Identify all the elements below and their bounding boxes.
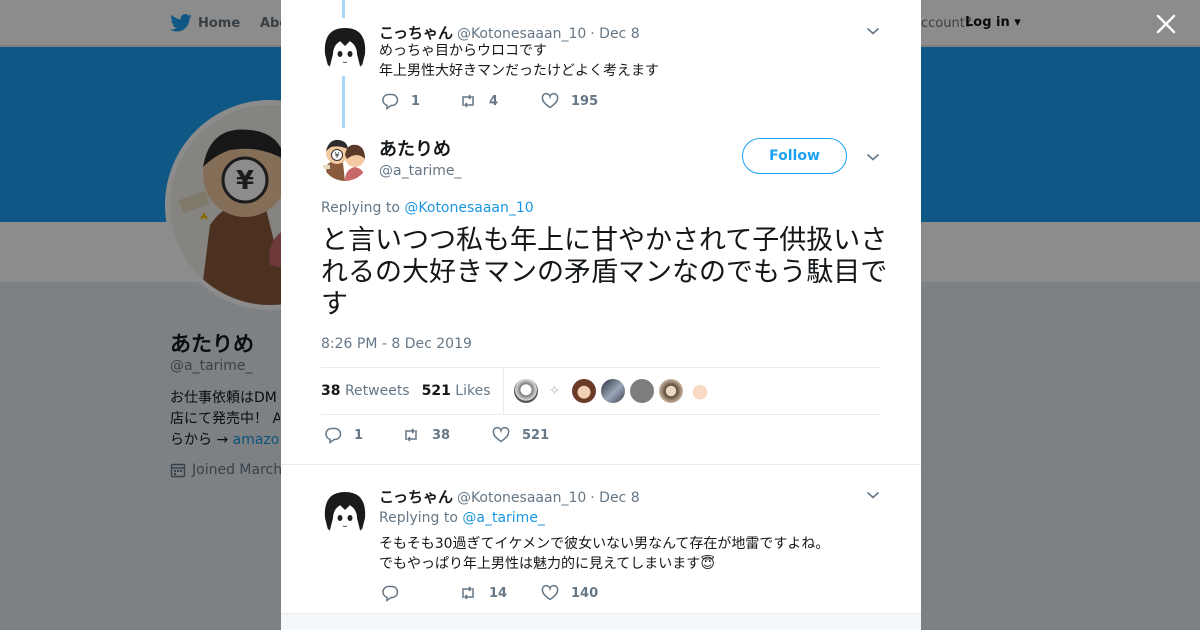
retweet-icon [462, 586, 474, 600]
liker-avatar[interactable] [629, 379, 654, 403]
tweet-stats: 38 Retweets 521 Likes ✧ [321, 367, 881, 415]
stats-divider [502, 368, 504, 414]
replying-prefix: Replying to [321, 200, 400, 216]
reply-icon [325, 427, 342, 444]
retweet-button[interactable]: 38 [402, 426, 462, 444]
likes-stat[interactable]: 521 Likes [422, 383, 491, 399]
reply-button[interactable]: 1 [381, 92, 429, 110]
tweet-text-line: めっちゃ目からウロコです [379, 43, 547, 59]
like-button[interactable]: 521 [492, 426, 549, 444]
avatar-illustration: ¥ [321, 133, 369, 181]
replying-to: Replying to @a_tarime_ [379, 510, 545, 526]
reply-count: 1 [411, 93, 421, 109]
retweets-stat-count: 38 [321, 383, 341, 399]
liker-avatar[interactable] [658, 379, 683, 403]
retweet-count: 38 [432, 427, 451, 443]
avatar-illustration [321, 488, 369, 536]
like-count: 195 [571, 93, 599, 109]
liker-avatar[interactable] [600, 379, 625, 403]
tweet-text-part: でもやっぱり年上男性は魅力的に見えてしまいます [379, 556, 701, 572]
liker-avatar[interactable]: ✧ [542, 379, 567, 403]
tweet-handle[interactable]: @Kotonesaaan_10 [457, 490, 586, 506]
reply-icon [382, 93, 399, 110]
retweet-icon [462, 94, 474, 108]
like-button[interactable]: 195 [541, 92, 598, 110]
chevron-down-icon[interactable] [866, 152, 880, 162]
retweet-count: 4 [489, 93, 499, 109]
like-icon [541, 92, 559, 109]
focus-author[interactable]: あたりめ [379, 135, 462, 161]
tweet-text-line: でもやっぱり年上男性は魅力的に見えてしまいます😇 [379, 554, 829, 574]
avatar[interactable] [321, 488, 369, 536]
reply-icon [382, 585, 399, 602]
reply-button[interactable] [381, 584, 429, 602]
tweet-date[interactable]: · Dec 8 [590, 490, 639, 506]
replying-to: Replying to @Kotonesaaan_10 [321, 200, 534, 216]
avatar[interactable] [321, 24, 369, 72]
divider [281, 464, 921, 465]
retweet-button[interactable]: 14 [459, 584, 511, 602]
tweet-text: めっちゃ目からウロコです 年上男性大好きマンだったけどよく考えます [379, 41, 659, 81]
tweet-header: こっちゃん @Kotonesaaan_10 · Dec 8 [379, 486, 640, 507]
tweet-actions: 14 140 [381, 584, 628, 602]
svg-text:¥: ¥ [334, 151, 339, 160]
follow-button[interactable]: Follow [742, 138, 847, 174]
retweets-stat-label: Retweets [344, 383, 410, 399]
retweets-stat[interactable]: 38 Retweets [321, 383, 410, 399]
liker-avatar[interactable] [571, 379, 596, 403]
replying-prefix: Replying to [379, 510, 458, 526]
liker-avatar[interactable] [513, 379, 538, 403]
tweet-handle[interactable]: @Kotonesaaan_10 [457, 26, 586, 42]
retweet-count: 14 [489, 585, 508, 601]
tweet-modal: こっちゃん @Kotonesaaan_10 · Dec 8 めっちゃ目からウロコ… [281, 0, 921, 630]
liker-avatar[interactable] [687, 379, 712, 403]
tweet-author[interactable]: こっちゃん [379, 22, 453, 43]
reply-button[interactable]: 1 [324, 426, 372, 444]
modal-footer [281, 613, 921, 630]
tweet-actions: 1 4 195 [381, 92, 628, 110]
avatar-illustration [321, 24, 369, 72]
focus-tweet-actions: 1 38 521 [324, 426, 579, 444]
likes-stat-label: Likes [455, 383, 491, 399]
like-count: 140 [571, 585, 599, 601]
replying-to-link[interactable]: @a_tarime_ [462, 510, 545, 526]
tweet-timestamp[interactable]: 8:26 PM - 8 Dec 2019 [321, 336, 472, 352]
tweet-text: そもそも30過ぎてイケメンで彼女いない男なんて存在が地雷ですよね。 でもやっぱり… [379, 534, 829, 574]
close-icon[interactable] [1152, 10, 1180, 38]
focus-tweet-text: と言いつつ私も年上に甘やかされて子供扱いされるの大好きマンの矛盾マンなのでもう駄… [321, 225, 888, 320]
tweet-date[interactable]: · Dec 8 [590, 26, 639, 42]
tweet-header: こっちゃん @Kotonesaaan_10 · Dec 8 [379, 22, 640, 43]
focus-handle[interactable]: @a_tarime_ [379, 163, 462, 179]
thread-line [342, 76, 345, 128]
reply-count: 1 [354, 427, 364, 443]
retweet-icon [405, 428, 417, 442]
avatar[interactable]: ¥ [321, 133, 369, 181]
like-count: 521 [522, 427, 550, 443]
chevron-down-icon[interactable] [866, 490, 880, 500]
tweet-author[interactable]: こっちゃん [379, 486, 453, 507]
like-button[interactable]: 140 [541, 584, 598, 602]
replying-to-link[interactable]: @Kotonesaaan_10 [404, 200, 533, 216]
likes-stat-count: 521 [421, 383, 451, 399]
chevron-down-icon[interactable] [866, 26, 880, 36]
like-icon [492, 426, 510, 443]
emoji: 😇 [700, 556, 715, 572]
tweet-text-line: そもそも30過ぎてイケメンで彼女いない男なんて存在が地雷ですよね。 [379, 536, 830, 552]
thread-line [342, 0, 345, 18]
focus-author-block: あたりめ @a_tarime_ [379, 135, 462, 179]
like-icon [541, 584, 559, 601]
tweet-text-line: 年上男性大好きマンだったけどよく考えます [379, 63, 659, 79]
retweet-button[interactable]: 4 [459, 92, 511, 110]
